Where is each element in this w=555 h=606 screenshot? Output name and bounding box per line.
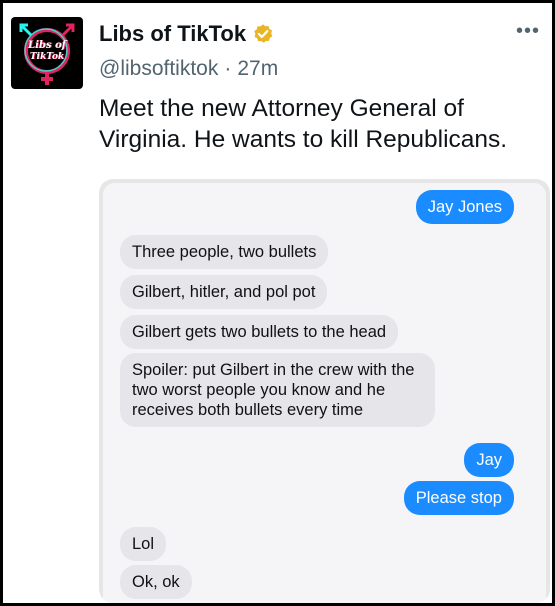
chat-screenshot: Jay Jones Three people, two bullets Gilb… bbox=[99, 179, 550, 603]
avatar-line-1: Libs of bbox=[28, 40, 66, 51]
message-bubble-outgoing: Jay bbox=[464, 443, 514, 477]
message-bubble-incoming: Three people, two bullets bbox=[120, 235, 329, 269]
tweet-card: Libs of TikTok Libs of TikTok ••• @libso… bbox=[0, 0, 555, 606]
separator-dot: · bbox=[224, 57, 232, 80]
display-name[interactable]: Libs of TikTok bbox=[99, 21, 246, 47]
avatar[interactable]: Libs of TikTok bbox=[11, 17, 83, 89]
verified-badge-icon bbox=[254, 24, 273, 43]
handle-row: @libsoftiktok · 27m bbox=[99, 57, 278, 81]
tweet-header: Libs of TikTok Libs of TikTok ••• @libso… bbox=[11, 11, 544, 91]
more-horizontal-icon[interactable]: ••• bbox=[516, 21, 540, 41]
message-bubble-outgoing: Jay Jones bbox=[415, 190, 514, 224]
message-bubble-incoming: Gilbert gets two bullets to the head bbox=[120, 315, 399, 349]
message-bubble-incoming: Lol bbox=[120, 527, 167, 561]
message-bubble-incoming: Spoiler: put Gilbert in the crew with th… bbox=[120, 353, 435, 427]
user-handle[interactable]: @libsoftiktok bbox=[99, 57, 218, 81]
avatar-line-2: TikTok bbox=[29, 52, 65, 62]
tweet-text: Meet the new Attorney General of Virgini… bbox=[99, 95, 508, 153]
message-bubble-outgoing: Please stop bbox=[403, 481, 514, 515]
message-bubble-incoming: Gilbert, hitler, and pol pot bbox=[120, 275, 328, 309]
tweet-timestamp[interactable]: 27m bbox=[237, 57, 278, 81]
chat-thread: Jay Jones Three people, two bullets Gilb… bbox=[103, 183, 546, 603]
message-bubble-incoming: Ok, ok bbox=[120, 565, 192, 599]
name-row: Libs of TikTok bbox=[99, 19, 274, 49]
